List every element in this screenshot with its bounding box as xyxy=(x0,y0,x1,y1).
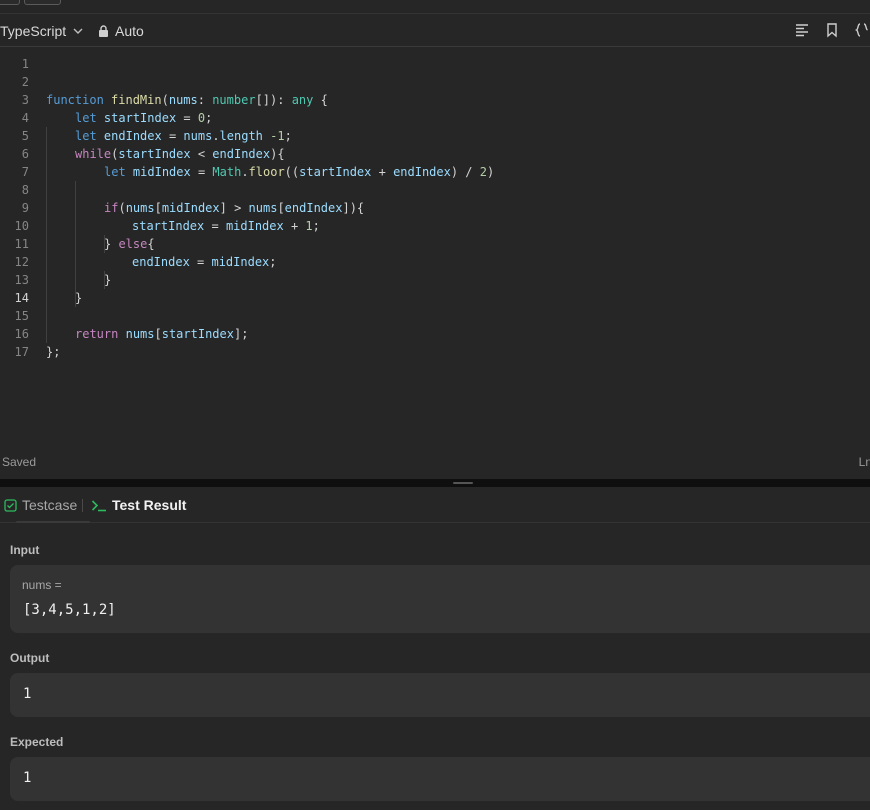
line-number: 1 xyxy=(21,57,29,71)
code-area[interactable]: 1 2 3 function findMin(nums: number[]): a… xyxy=(0,55,870,361)
code-line: 5 let endIndex = nums.length -1; xyxy=(0,127,870,145)
code-text: } xyxy=(75,291,83,305)
chevron-down-icon xyxy=(73,28,83,34)
line-number: 3 xyxy=(21,93,29,107)
result-panel: Testcase Test Result Input nums = [3,4,5… xyxy=(0,487,870,810)
code-line: 7 let midIndex = Math.floor((startIndex +… xyxy=(0,163,870,181)
input-value: [3,4,5,1,2] xyxy=(23,602,116,618)
toolbar-icons xyxy=(794,22,870,38)
bookmark-icon[interactable] xyxy=(824,22,840,38)
code-text: function findMin(nums: number[]): any { xyxy=(46,93,328,107)
input-label: Input xyxy=(10,543,40,557)
tab-test-result-label: Test Result xyxy=(112,497,187,513)
expected-label: Expected xyxy=(10,735,64,749)
line-number: 6 xyxy=(21,147,29,161)
code-line: 2 xyxy=(0,73,870,91)
code-text: return nums[startIndex]; xyxy=(75,327,249,341)
code-text: let startIndex = 0; xyxy=(75,111,213,125)
top-second-button[interactable] xyxy=(24,0,61,5)
line-number: 17 xyxy=(14,345,29,359)
format-icon[interactable] xyxy=(794,22,810,38)
tab-divider xyxy=(82,499,83,512)
code-text: if(nums[midIndex] > nums[endIndex]){ xyxy=(104,201,365,215)
line-number: 16 xyxy=(14,327,29,341)
line-number: 8 xyxy=(21,183,29,197)
code-line: 4 let startIndex = 0; xyxy=(0,109,870,127)
code-editor[interactable]: TypeScript Auto 1 2 3 function findMin(nu… xyxy=(0,14,870,479)
code-line: 11 } else{ xyxy=(0,235,870,253)
drag-handle[interactable] xyxy=(453,482,473,484)
tab-testcase[interactable]: Testcase xyxy=(4,497,77,513)
line-number: 12 xyxy=(14,255,29,269)
code-line: 8 xyxy=(0,181,870,199)
code-line: 17}; xyxy=(0,343,870,361)
top-strip xyxy=(0,0,870,14)
line-number: 14 xyxy=(14,291,29,305)
braces-icon[interactable] xyxy=(854,22,870,38)
auto-mode-toggle[interactable]: Auto xyxy=(98,23,144,39)
lock-icon xyxy=(99,25,108,37)
code-text: while(startIndex < endIndex){ xyxy=(75,147,285,161)
input-variable-name: nums = xyxy=(22,578,62,592)
tab-indicator xyxy=(16,521,90,523)
code-line: 3 function findMin(nums: number[]): any { xyxy=(0,91,870,109)
line-number: 11 xyxy=(14,237,29,251)
checkbox-icon xyxy=(4,498,17,512)
line-number: 2 xyxy=(21,75,29,89)
code-line: 13} xyxy=(0,271,870,289)
cursor-position-status: Ln xyxy=(858,455,870,469)
expected-box: 1 xyxy=(10,757,870,801)
code-text: startIndex = midIndex + 1; xyxy=(132,219,320,233)
line-number: 4 xyxy=(21,111,29,125)
panel-tabs: Testcase Test Result xyxy=(0,487,870,523)
saved-status: Saved xyxy=(2,455,37,469)
code-line: 1 xyxy=(0,55,870,73)
auto-label: Auto xyxy=(115,23,144,39)
output-box: 1 xyxy=(10,673,870,717)
top-left-button[interactable] xyxy=(0,0,20,5)
tab-testcase-label: Testcase xyxy=(22,497,78,513)
code-line: 14} xyxy=(0,289,870,307)
code-line: 10 startIndex = midIndex + 1; xyxy=(0,217,870,235)
code-text: let midIndex = Math.floor((startIndex + … xyxy=(104,165,495,179)
code-text: }; xyxy=(46,345,61,359)
panel-splitter[interactable] xyxy=(0,479,870,487)
line-number: 15 xyxy=(14,309,29,323)
code-line: 6 while(startIndex < endIndex){ xyxy=(0,145,870,163)
tab-test-result[interactable]: Test Result xyxy=(91,497,186,513)
code-line: 12 endIndex = midIndex; xyxy=(0,253,870,271)
line-number: 13 xyxy=(14,273,29,287)
code-line: 15 xyxy=(0,307,870,325)
terminal-icon xyxy=(91,499,106,511)
output-label: Output xyxy=(10,651,50,665)
code-line: 16 return nums[startIndex]; xyxy=(0,325,870,343)
code-text: } else{ xyxy=(104,237,155,251)
language-label: TypeScript xyxy=(0,23,67,39)
language-select[interactable]: TypeScript xyxy=(0,23,84,39)
line-number: 9 xyxy=(21,201,29,215)
line-number: 5 xyxy=(21,129,29,143)
input-box: nums = [3,4,5,1,2] xyxy=(10,565,870,633)
editor-toolbar: TypeScript Auto xyxy=(0,14,870,47)
code-text: } xyxy=(104,273,112,287)
output-value: 1 xyxy=(23,686,32,702)
code-line: 9 if(nums[midIndex] > nums[endIndex]){ xyxy=(0,199,870,217)
code-text: let endIndex = nums.length -1; xyxy=(75,129,292,143)
expected-value: 1 xyxy=(23,770,32,786)
line-number: 7 xyxy=(21,165,29,179)
code-text: endIndex = midIndex; xyxy=(132,255,277,269)
line-number: 10 xyxy=(14,219,29,233)
